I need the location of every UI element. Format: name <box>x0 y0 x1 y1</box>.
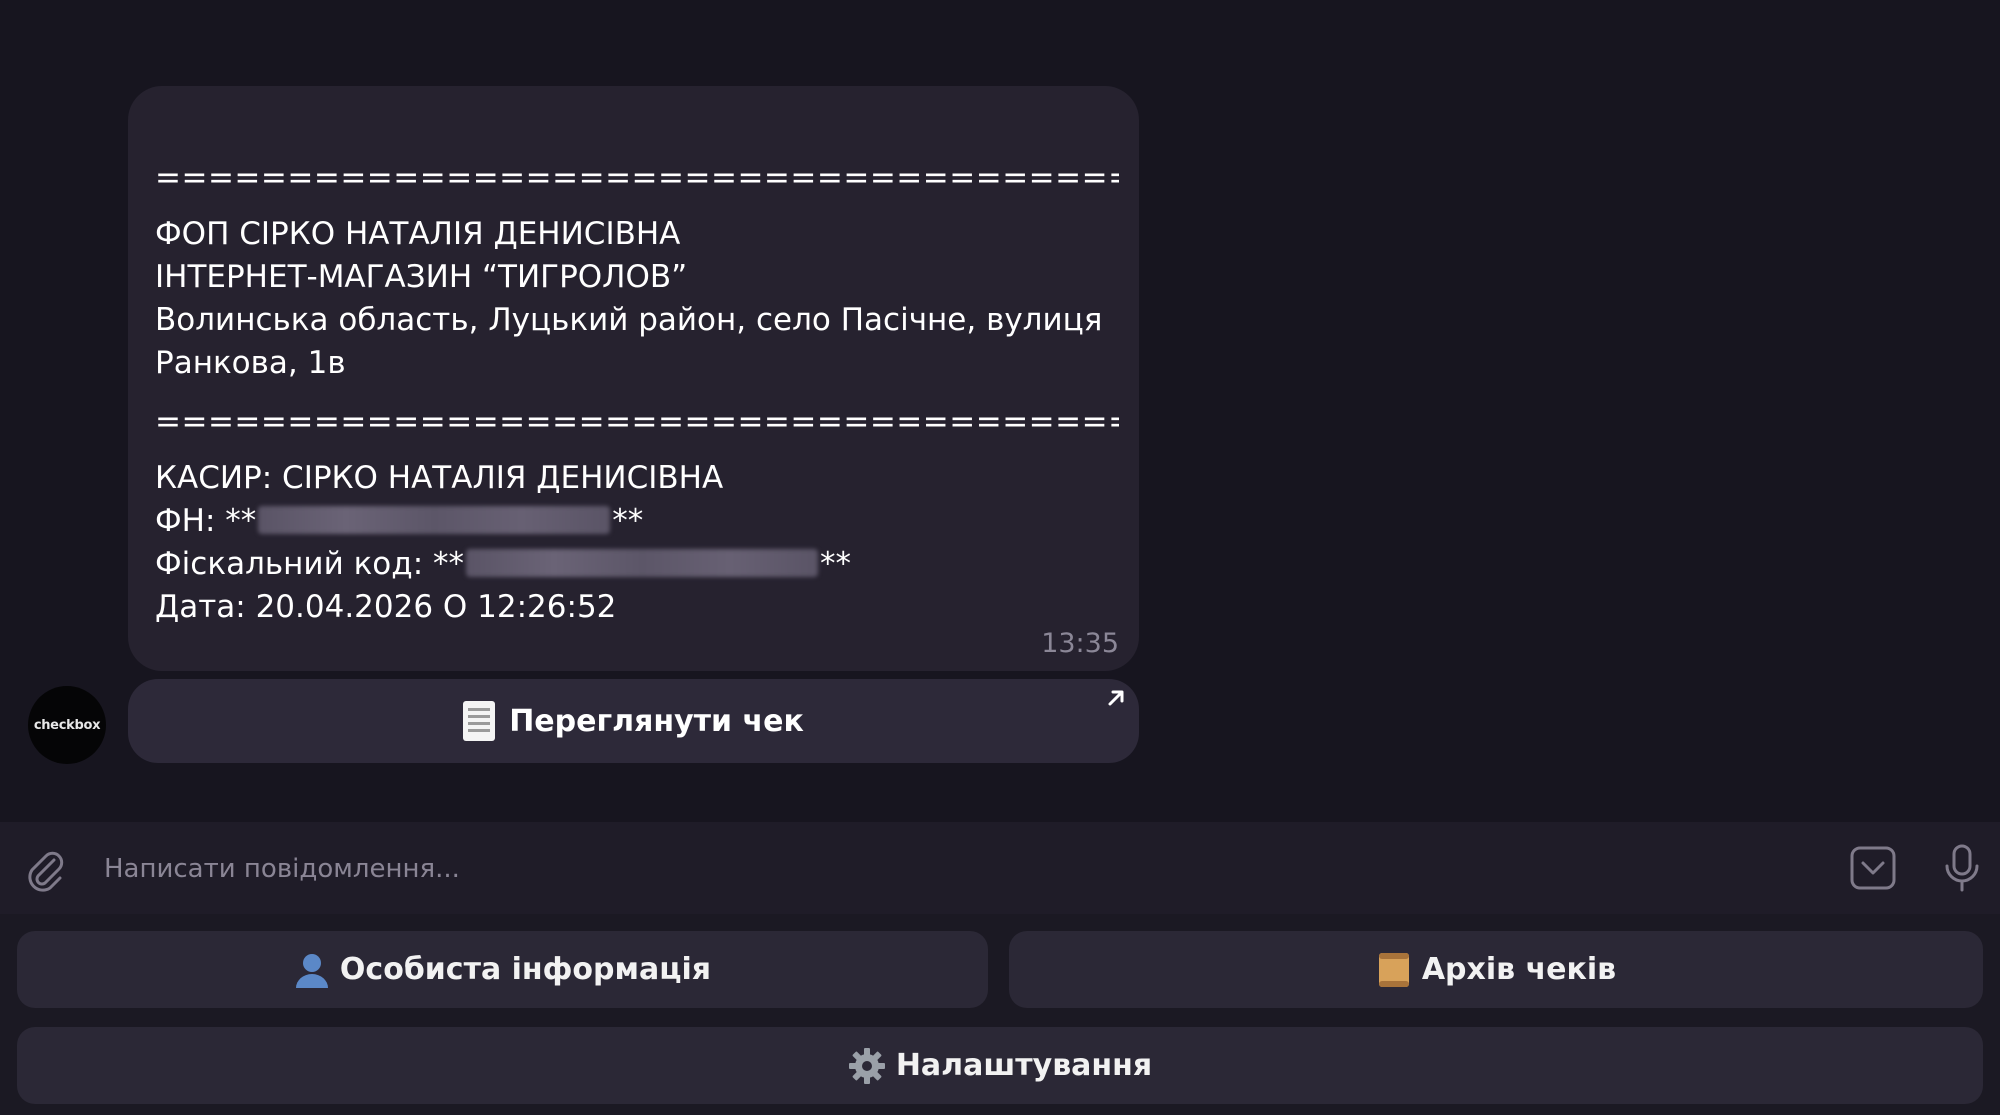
fn-suffix: ** <box>612 503 644 539</box>
cashier-line: КАСИР: СІРКО НАТАЛІЯ ДЕНИСІВНА <box>155 460 724 496</box>
paperclip-icon[interactable] <box>24 848 66 892</box>
fiscal-code-label: Фіскальний код: ** <box>155 546 464 582</box>
redacted-value <box>258 506 611 534</box>
message-composer <box>0 822 2000 914</box>
microphone-icon[interactable] <box>1942 844 1982 892</box>
fn-label: ФН: ** <box>155 503 257 539</box>
settings-label: Налаштування <box>895 1048 1153 1083</box>
address-line: Волинська область, Луцький район, село П… <box>155 302 1103 338</box>
chat-area: ========================================… <box>0 0 2000 822</box>
receipt-message: ========================================… <box>128 86 1139 671</box>
external-link-arrow-icon <box>1108 690 1124 706</box>
separator-line: ========================================… <box>155 404 1119 440</box>
store-name: ІНТЕРНЕТ-МАГАЗИН “ТИГРОЛОВ” <box>155 259 688 295</box>
avatar-label: checkbox <box>33 717 101 733</box>
personal-info-label: Особиста інформація <box>339 952 712 987</box>
avatar[interactable]: checkbox <box>28 686 106 764</box>
message-time: 13:35 <box>1041 628 1119 659</box>
message-input[interactable] <box>102 842 1806 896</box>
view-receipt-label: Переглянути чек <box>509 703 804 739</box>
personal-info-button[interactable]: Особиста інформація <box>17 931 988 1008</box>
merchant-name: ФОП СІРКО НАТАЛІЯ ДЕНИСІВНА <box>155 216 681 252</box>
gear-icon <box>848 1047 885 1084</box>
separator-line: ========================================… <box>155 160 1119 196</box>
scroll-icon <box>1378 952 1409 987</box>
fiscal-code-line: Фіскальний код: ** ** <box>155 543 1119 586</box>
keyboard-toggle-icon[interactable] <box>1850 846 1896 890</box>
person-icon <box>295 953 328 988</box>
date-line: Дата: 20.04.2026 О 12:26:52 <box>155 589 617 625</box>
redacted-value <box>466 549 818 577</box>
settings-button[interactable]: Налаштування <box>17 1027 1983 1104</box>
view-receipt-button[interactable]: Переглянути чек <box>128 679 1139 763</box>
receipt-icon <box>463 701 496 741</box>
fiscal-code-suffix: ** <box>820 546 851 582</box>
receipt-archive-label: Архів чеків <box>1421 952 1617 987</box>
address-line: Ранкова, 1в <box>155 345 346 381</box>
receipt-archive-button[interactable]: Архів чеків <box>1009 931 1983 1008</box>
reply-keyboard: Особиста інформація Архів чеків Налаштув… <box>0 914 2000 1115</box>
fn-line: ФН: ** ** <box>155 500 1119 543</box>
